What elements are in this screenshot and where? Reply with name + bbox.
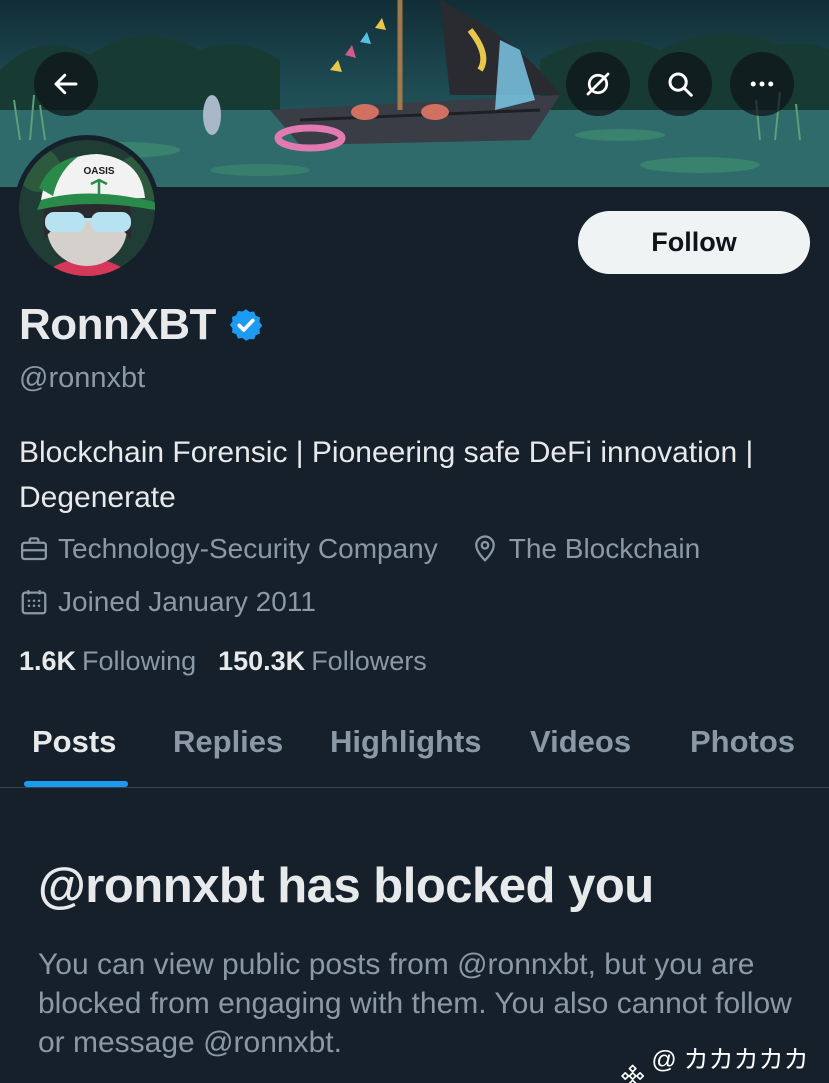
profile-stats: 1.6K Following 150.3K Followers bbox=[19, 646, 449, 677]
tab-posts[interactable]: Posts bbox=[32, 724, 116, 760]
name-row: RonnXBT bbox=[19, 300, 264, 350]
location-text: The Blockchain bbox=[508, 533, 701, 564]
category-text: Technology-Security Company bbox=[58, 533, 438, 564]
back-button[interactable] bbox=[34, 52, 98, 116]
watermark-text: @ カカカカカカ bbox=[651, 1046, 809, 1083]
profile-meta-row: Technology-Security Company The Blockcha… bbox=[19, 533, 700, 565]
profile-joined: Joined January 2011 bbox=[19, 586, 316, 618]
tab-replies[interactable]: Replies bbox=[173, 724, 283, 760]
follow-button[interactable]: Follow bbox=[578, 211, 810, 274]
grok-button[interactable] bbox=[566, 52, 630, 116]
briefcase-icon bbox=[21, 537, 47, 561]
followers-count: 150.3K bbox=[218, 646, 306, 676]
profile-location: The Blockchain bbox=[470, 533, 700, 565]
calendar-icon bbox=[21, 590, 47, 615]
arrow-left-icon bbox=[54, 73, 78, 95]
grok-icon bbox=[586, 72, 610, 96]
search-button[interactable] bbox=[648, 52, 712, 116]
profile-handle: @ronnxbt bbox=[19, 362, 146, 394]
profile-tabs: Posts Replies Highlights Videos Photos bbox=[0, 700, 829, 788]
binance-logo-icon bbox=[621, 1064, 645, 1083]
blocked-title: @ronnxbt has blocked you bbox=[38, 859, 654, 913]
joined-text: Joined January 2011 bbox=[58, 586, 316, 617]
avatar-cap-text: OASIS bbox=[83, 166, 114, 177]
active-tab-indicator bbox=[24, 781, 128, 787]
avatar-image: OASIS bbox=[19, 140, 155, 276]
profile-category: Technology-Security Company bbox=[19, 533, 438, 565]
tab-photos[interactable]: Photos bbox=[690, 724, 795, 760]
profile-bio: Blockchain Forensic | Pioneering safe De… bbox=[19, 436, 754, 514]
profile-joined-row: Joined January 2011 bbox=[19, 586, 316, 618]
following-count: 1.6K bbox=[19, 646, 77, 676]
avatar[interactable]: OASIS bbox=[14, 135, 160, 281]
display-name: RonnXBT bbox=[19, 300, 216, 349]
following-link[interactable]: 1.6K Following bbox=[19, 646, 196, 677]
following-label: Following bbox=[82, 646, 197, 676]
more-horizontal-icon bbox=[750, 81, 774, 87]
followers-link[interactable]: 150.3K Followers bbox=[218, 646, 427, 677]
watermark: @ カカカカカカ bbox=[620, 1040, 829, 1083]
more-button[interactable] bbox=[730, 52, 794, 116]
verified-badge-icon[interactable] bbox=[228, 307, 264, 343]
tab-highlights[interactable]: Highlights bbox=[330, 724, 482, 760]
tab-videos[interactable]: Videos bbox=[530, 724, 631, 760]
location-pin-icon bbox=[474, 535, 495, 562]
followers-label: Followers bbox=[311, 646, 427, 676]
search-icon bbox=[668, 72, 693, 97]
